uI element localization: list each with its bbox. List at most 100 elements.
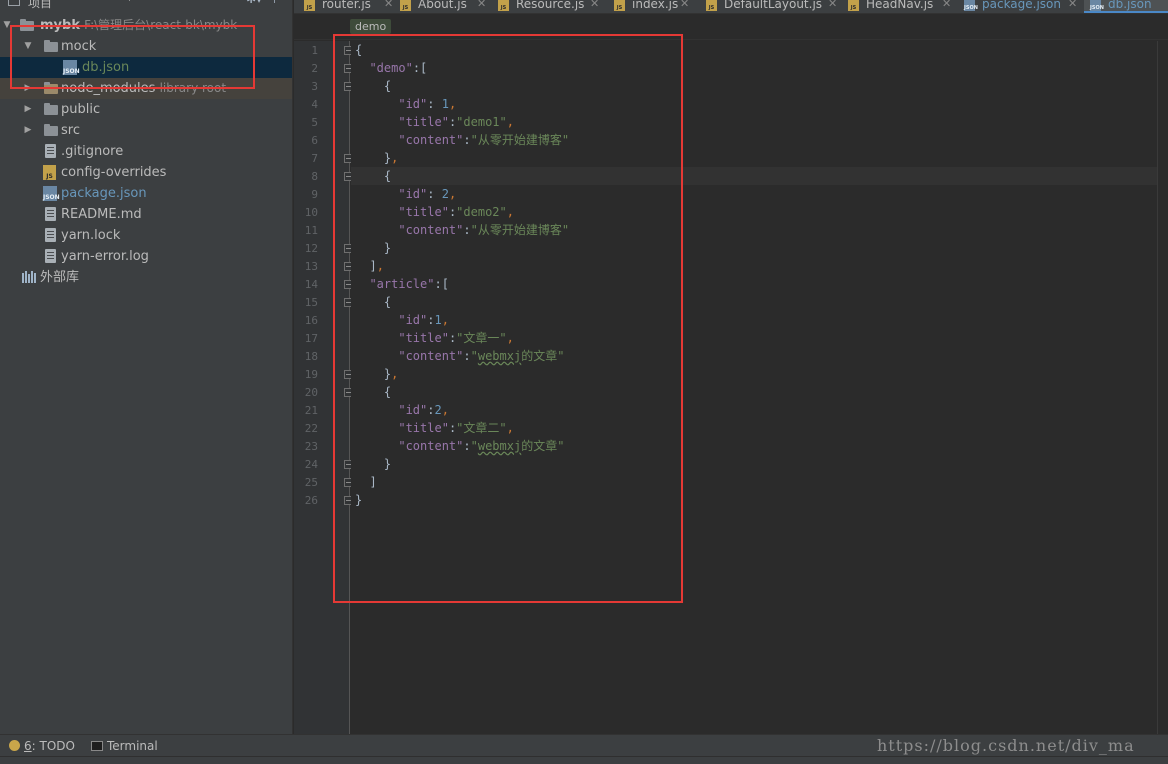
line-number: 13 [304, 260, 318, 273]
annotation-box-tree [10, 25, 255, 89]
js-file-icon: JS [848, 0, 859, 11]
watermark-text: https://blog.csdn.net/div_ma [877, 736, 1135, 755]
line-number: 2 [311, 62, 318, 75]
tab-package-json[interactable]: JSON package.json ✕ [964, 0, 1078, 13]
project-panel: 项目 ▼ ✲▾ ⊢ mybk F:\管理后台\react-bk\mybk moc… [0, 0, 293, 734]
tree-item-label: public [61, 102, 101, 117]
tab-label: DefaultLayout.js [724, 0, 823, 11]
tree-item-config-overrides[interactable]: JS config-overrides [0, 162, 292, 183]
line-number: 11 [304, 224, 318, 237]
terminal-icon [91, 741, 103, 751]
library-icon [22, 271, 37, 283]
tree-item-gitignore[interactable]: .gitignore [0, 141, 292, 162]
tab-defaultlayout-js[interactable]: JS DefaultLayout.js ✕ [706, 0, 838, 13]
js-file-icon: JS [614, 0, 625, 11]
todo-button[interactable]: 6: TODO [9, 735, 75, 757]
chevron-right-icon[interactable] [22, 99, 34, 120]
markdown-file-icon [45, 207, 56, 221]
js-file-icon: JS [43, 165, 56, 180]
line-number: 24 [304, 458, 318, 471]
tree-item-public[interactable]: public [0, 99, 292, 120]
line-number: 7 [311, 152, 318, 165]
annotation-box-code [333, 34, 683, 603]
line-number: 23 [304, 440, 318, 453]
breadcrumb-item-demo[interactable]: demo [350, 19, 392, 34]
line-number: 21 [304, 404, 318, 417]
tree-item-label: yarn.lock [61, 228, 121, 243]
tab-router-js[interactable]: JS router.js ✕ [304, 0, 396, 13]
terminal-label: Terminal [107, 739, 158, 753]
tree-item-label: src [61, 123, 80, 138]
tab-resource-js[interactable]: JS Resource.js ✕ [498, 0, 604, 13]
tab-db-json[interactable]: JSON db.json [1084, 0, 1168, 13]
js-file-icon: JS [706, 0, 717, 11]
tree-item-src[interactable]: src [0, 120, 292, 141]
json-file-icon: JSON [964, 0, 978, 11]
line-number: 4 [311, 98, 318, 111]
todo-mnemonic: 6 [24, 739, 32, 753]
tree-item-external-libraries[interactable]: 外部库 [0, 267, 292, 288]
close-icon[interactable]: ✕ [384, 0, 393, 13]
tree-item-package-json[interactable]: JSON package.json [0, 183, 292, 204]
tree-item-yarn-lock[interactable]: yarn.lock [0, 225, 292, 246]
editor-scrollbar[interactable] [1157, 41, 1168, 734]
js-file-icon: JS [400, 0, 411, 11]
line-number: 14 [304, 278, 318, 291]
js-file-icon: JS [498, 0, 509, 11]
tab-label: router.js [322, 0, 371, 11]
tab-label: package.json [982, 0, 1062, 11]
line-number: 18 [304, 350, 318, 363]
close-icon[interactable]: ✕ [942, 0, 951, 13]
chevron-down-icon[interactable]: ▼ [126, 0, 133, 3]
close-icon[interactable]: ✕ [590, 0, 599, 13]
tab-label: HeadNav.js [866, 0, 934, 11]
json-file-icon: JSON [43, 186, 60, 201]
project-panel-title[interactable]: 项目 [28, 0, 52, 11]
tab-label: About.js [418, 0, 467, 11]
hide-panel-icon[interactable]: ⊢ [273, 0, 283, 6]
js-file-icon: JS [304, 0, 315, 11]
todo-icon [9, 740, 20, 751]
text-file-icon [45, 249, 56, 263]
tree-item-label: config-overrides [61, 165, 167, 180]
line-number: 12 [304, 242, 318, 255]
tree-item-label: README.md [61, 207, 142, 222]
close-icon[interactable]: ✕ [680, 0, 689, 13]
tab-headnav-js[interactable]: JS HeadNav.js ✕ [848, 0, 954, 13]
tab-label: db.json [1108, 0, 1152, 11]
tree-item-label: 外部库 [40, 270, 80, 285]
line-number: 22 [304, 422, 318, 435]
project-view-icon [8, 0, 20, 6]
tree-item-readme[interactable]: README.md [0, 204, 292, 225]
chevron-right-icon[interactable] [22, 120, 34, 141]
gear-icon[interactable]: ✲▾ [246, 0, 262, 6]
todo-label: : TODO [31, 739, 75, 753]
line-number: 16 [304, 314, 318, 327]
line-number: 20 [304, 386, 318, 399]
line-number: 3 [311, 80, 318, 93]
tree-item-label: package.json [61, 186, 147, 201]
line-number: 15 [304, 296, 318, 309]
tab-about-js[interactable]: JS About.js ✕ [400, 0, 490, 13]
line-number: 5 [311, 116, 318, 129]
line-number: 8 [311, 170, 318, 183]
project-panel-header: 项目 ▼ ✲▾ ⊢ [0, 0, 292, 11]
close-icon[interactable]: ✕ [828, 0, 837, 13]
line-number: 25 [304, 476, 318, 489]
terminal-button[interactable]: Terminal [91, 735, 158, 757]
text-file-icon [45, 144, 56, 158]
tree-item-yarn-error-log[interactable]: yarn-error.log [0, 246, 292, 267]
close-icon[interactable]: ✕ [1068, 0, 1077, 13]
json-file-icon: JSON [1090, 0, 1104, 11]
tree-item-label: yarn-error.log [61, 249, 149, 264]
line-number: 17 [304, 332, 318, 345]
tab-index-js[interactable]: JS index.js ✕ [614, 0, 692, 13]
editor-tab-bar: JS router.js ✕ JS About.js ✕ JS Resource… [294, 0, 1168, 14]
tab-label: Resource.js [516, 0, 585, 11]
line-number: 6 [311, 134, 318, 147]
tab-label: index.js [632, 0, 679, 11]
close-icon[interactable]: ✕ [477, 0, 486, 13]
status-bar [0, 756, 1168, 764]
folder-icon [44, 103, 58, 115]
tool-window-bar: 6: TODO Terminal https://blog.csdn.net/d… [0, 734, 1168, 756]
